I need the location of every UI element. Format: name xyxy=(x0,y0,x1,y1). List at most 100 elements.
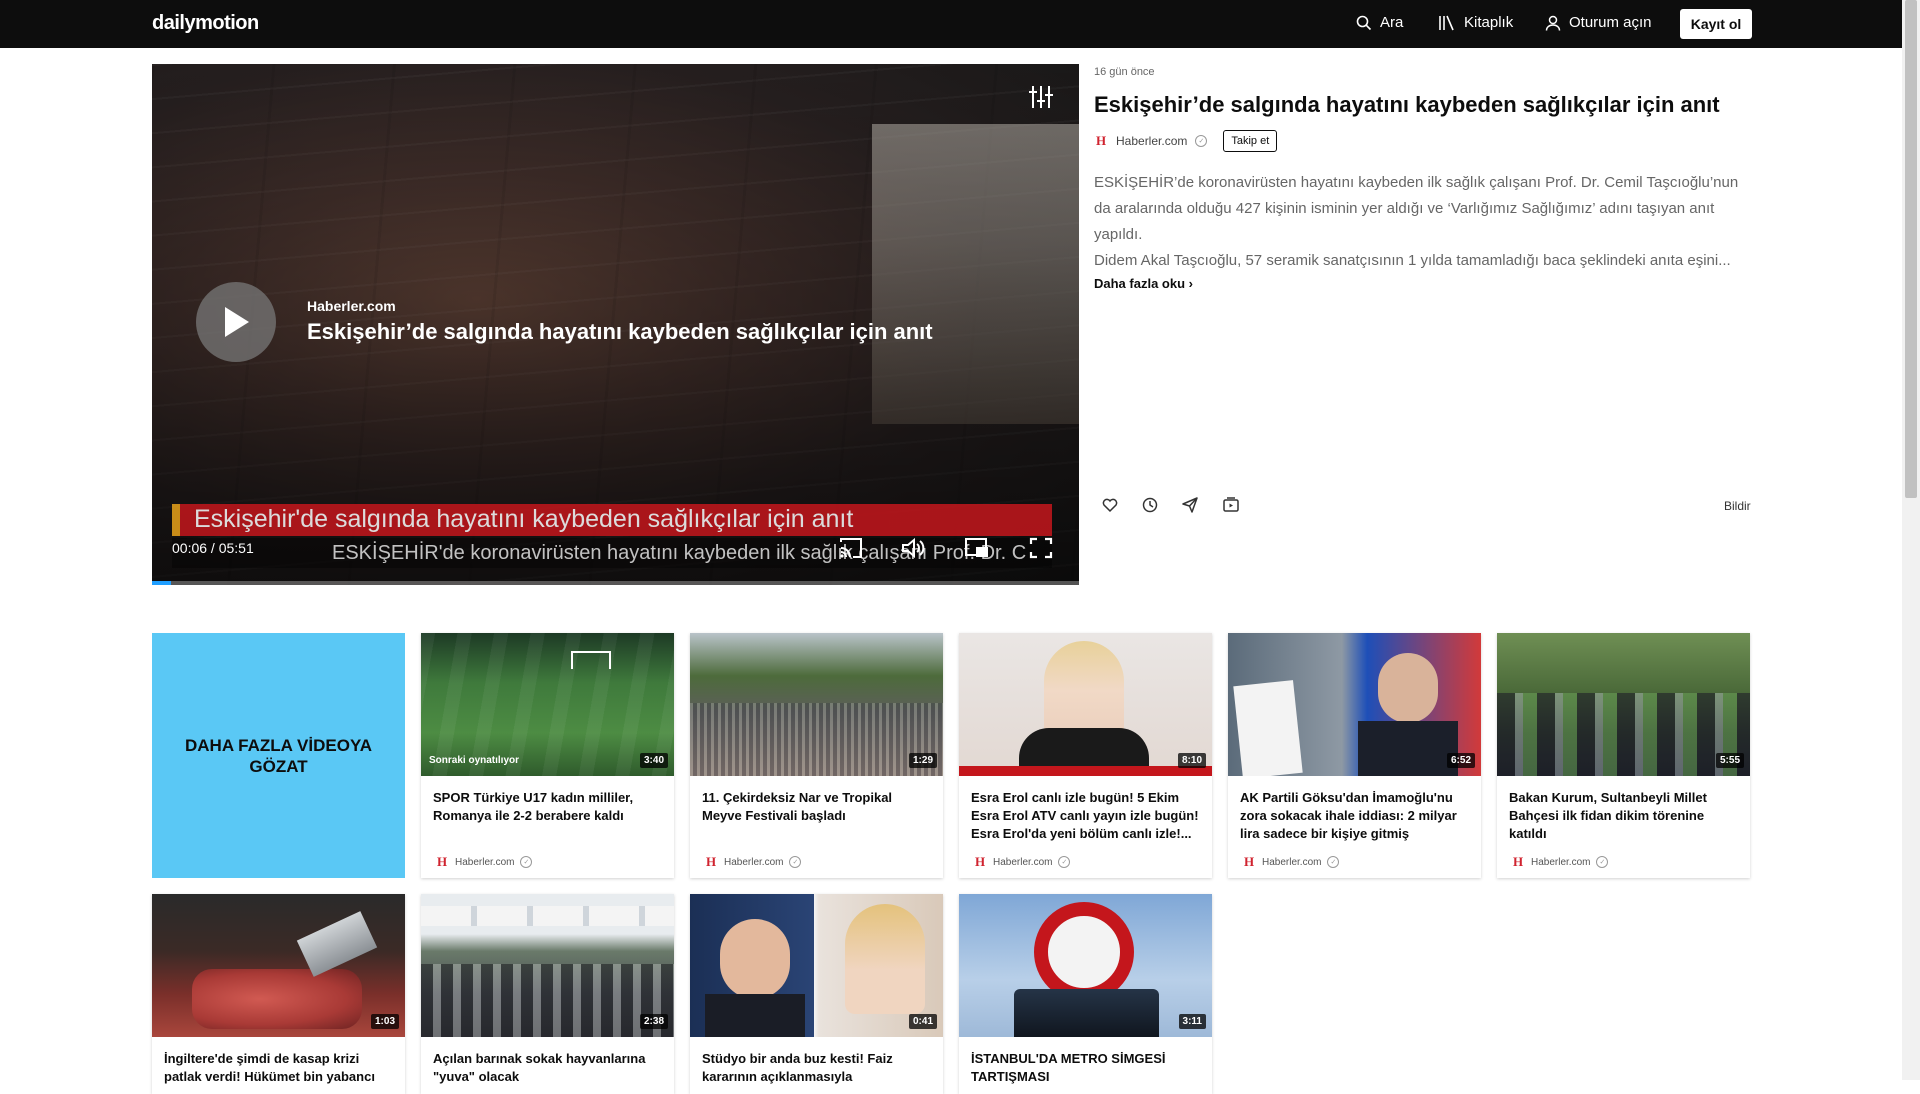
time-display: 00:06 / 05:51 xyxy=(172,540,254,556)
library-icon xyxy=(1439,15,1454,30)
top-navigation-bar: dailymotion Ara Kitaplık Oturum açın Kay… xyxy=(0,0,1902,48)
duration-badge: 8:10 xyxy=(1177,753,1206,768)
progress-bar[interactable] xyxy=(152,581,1079,585)
user-icon xyxy=(1545,15,1561,31)
haberler-logo-icon: H xyxy=(705,854,717,869)
search-icon xyxy=(1356,15,1372,30)
card-channel[interactable]: H Haberler.com ✓ xyxy=(435,854,533,869)
login-button[interactable]: Oturum açın xyxy=(1545,14,1652,31)
video-card[interactable]: 3:11 İSTANBUL'DA METRO SİMGESİ TARTIŞMAS… xyxy=(959,894,1212,1094)
video-description: ESKİŞEHİR’de koronavirüsten hayatını kay… xyxy=(1094,170,1749,274)
duration-badge: 2:38 xyxy=(639,1014,668,1029)
like-heart-icon[interactable] xyxy=(1101,496,1119,514)
card-channel-name: Haberler.com xyxy=(724,856,784,868)
library-label: Kitaplık xyxy=(1464,14,1514,31)
duration-badge: 6:52 xyxy=(1446,753,1475,768)
description-paragraph: ESKİŞEHİR’de koronavirüsten hayatını kay… xyxy=(1094,174,1739,243)
card-channel[interactable]: H Haberler.com ✓ xyxy=(704,854,802,869)
video-card-title[interactable]: İngiltere'de şimdi de kasap krizi patlak… xyxy=(164,1050,396,1086)
haberler-logo-icon[interactable]: H xyxy=(1094,133,1108,148)
duration-badge: 1:03 xyxy=(370,1014,399,1029)
report-link[interactable]: Bildir xyxy=(1724,499,1751,513)
overlay-channel-name[interactable]: Haberler.com xyxy=(307,298,396,314)
video-card-title[interactable]: SPOR Türkiye U17 kadın milliler, Romanya… xyxy=(433,789,665,825)
share-send-icon[interactable] xyxy=(1181,496,1199,514)
card-channel-name: Haberler.com xyxy=(455,856,515,868)
verified-icon: ✓ xyxy=(1058,856,1071,868)
video-card-title[interactable]: Stüdyo bir anda buz kesti! Faiz kararını… xyxy=(702,1050,934,1086)
video-card[interactable]: 5:55 Bakan Kurum, Sultanbeyli Millet Bah… xyxy=(1497,633,1750,878)
video-card[interactable]: 6:52 AK Partili Göksu'dan İmamoğlu'nu zo… xyxy=(1228,633,1481,878)
haberler-logo-icon: H xyxy=(974,854,986,869)
fullscreen-icon[interactable] xyxy=(1028,536,1054,560)
verified-icon: ✓ xyxy=(1327,856,1340,868)
card-channel[interactable]: H Haberler.com ✓ xyxy=(1242,854,1340,869)
play-button[interactable] xyxy=(196,282,276,362)
channel-name[interactable]: Haberler.com xyxy=(1116,134,1187,148)
verified-icon: ✓ xyxy=(1596,856,1609,868)
duration-badge: 3:11 xyxy=(1178,1014,1206,1029)
video-player[interactable]: Haberler.com Eskişehir’de salgında hayat… xyxy=(152,64,1079,585)
volume-icon[interactable] xyxy=(900,536,926,560)
video-thumbnail[interactable]: 5:55 xyxy=(1497,633,1750,776)
picture-in-picture-icon[interactable] xyxy=(964,536,990,560)
video-card-title[interactable]: Esra Erol canlı izle bugün! 5 Ekim Esra … xyxy=(971,789,1203,843)
verified-icon: ✓ xyxy=(1195,135,1208,147)
video-card-title[interactable]: 11. Çekirdeksiz Nar ve Tropikal Meyve Fe… xyxy=(702,789,934,825)
video-card[interactable]: 1:29 11. Çekirdeksiz Nar ve Tropikal Mey… xyxy=(690,633,943,878)
video-card-title[interactable]: Açılan barınak sokak hayvanlarına "yuva"… xyxy=(433,1050,665,1086)
duration-badge: 3:40 xyxy=(639,753,668,768)
search-button[interactable]: Ara xyxy=(1356,14,1403,31)
video-card[interactable]: Sonraki oynatılıyor 3:40 SPOR Türkiye U1… xyxy=(421,633,674,878)
signup-button[interactable]: Kayıt ol xyxy=(1680,9,1752,39)
card-channel[interactable]: H Haberler.com ✓ xyxy=(1511,854,1609,869)
chevron-right-icon: › xyxy=(1188,276,1193,291)
card-channel-name: Haberler.com xyxy=(1531,856,1591,868)
add-to-playlist-icon[interactable] xyxy=(1222,496,1240,514)
channel-row: H Haberler.com ✓ Takip et xyxy=(1094,130,1278,152)
card-channel-name: Haberler.com xyxy=(993,856,1053,868)
watch-later-clock-icon[interactable] xyxy=(1141,496,1159,514)
video-thumbnail[interactable]: 6:52 xyxy=(1228,633,1481,776)
video-card-title[interactable]: Bakan Kurum, Sultanbeyli Millet Bahçesi … xyxy=(1509,789,1741,843)
card-channel[interactable]: H Haberler.com ✓ xyxy=(973,854,1071,869)
follow-button[interactable]: Takip et xyxy=(1223,130,1278,152)
duration-badge: 1:29 xyxy=(908,753,937,768)
video-card-title[interactable]: AK Partili Göksu'dan İmamoğlu'nu zora so… xyxy=(1240,789,1472,843)
description-paragraph: Didem Akal Taşcıoğlu, 57 seramik sanatçı… xyxy=(1094,252,1731,269)
player-settings-icon[interactable] xyxy=(1027,84,1055,110)
haberler-logo-icon: H xyxy=(1512,854,1524,869)
scrollbar-thumb[interactable] xyxy=(1905,0,1917,498)
video-thumbnail[interactable]: 1:03 xyxy=(152,894,405,1037)
cast-icon[interactable] xyxy=(838,536,864,560)
duration-badge: 5:55 xyxy=(1715,753,1744,768)
video-card[interactable]: 0:41 Stüdyo bir anda buz kesti! Faiz kar… xyxy=(690,894,943,1094)
video-card[interactable]: 2:38 Açılan barınak sokak hayvanlarına "… xyxy=(421,894,674,1094)
login-label: Oturum açın xyxy=(1569,14,1652,31)
news-banner-text: Eskişehir'de salgında hayatını kaybeden … xyxy=(194,505,854,533)
news-banner: Eskişehir'de salgında hayatını kaybeden … xyxy=(172,504,1052,536)
haberler-logo-icon: H xyxy=(1243,854,1255,869)
video-thumbnail[interactable]: 8:10 xyxy=(959,633,1212,776)
video-card[interactable]: 8:10 Esra Erol canlı izle bugün! 5 Ekim … xyxy=(959,633,1212,878)
play-icon xyxy=(225,307,249,337)
video-thumbnail[interactable]: 3:11 xyxy=(959,894,1212,1037)
video-title: Eskişehir’de salgında hayatını kaybeden … xyxy=(1094,92,1720,117)
search-label: Ara xyxy=(1380,14,1404,31)
video-thumbnail[interactable]: Sonraki oynatılıyor 3:40 xyxy=(421,633,674,776)
video-card[interactable]: 1:03 İngiltere'de şimdi de kasap krizi p… xyxy=(152,894,405,1094)
video-thumbnail[interactable]: 2:38 xyxy=(421,894,674,1037)
verified-icon: ✓ xyxy=(789,856,802,868)
library-button[interactable]: Kitaplık xyxy=(1438,14,1513,31)
browse-more-videos-card[interactable]: DAHA FAZLA VİDEOYA GÖZAT xyxy=(152,633,405,878)
video-card-title[interactable]: İSTANBUL'DA METRO SİMGESİ TARTIŞMASI xyxy=(971,1050,1203,1086)
read-more-link[interactable]: Daha fazla oku › xyxy=(1094,276,1193,291)
dailymotion-logo[interactable]: dailymotion xyxy=(152,12,259,35)
verified-icon: ✓ xyxy=(520,856,533,868)
card-channel-name: Haberler.com xyxy=(1262,856,1322,868)
progress-bar-fill xyxy=(152,581,171,585)
posted-time: 16 gün önce xyxy=(1094,66,1155,78)
video-thumbnail[interactable]: 0:41 xyxy=(690,894,943,1037)
overlay-video-title: Eskişehir’de salgında hayatını kaybeden … xyxy=(307,319,933,344)
video-thumbnail[interactable]: 1:29 xyxy=(690,633,943,776)
